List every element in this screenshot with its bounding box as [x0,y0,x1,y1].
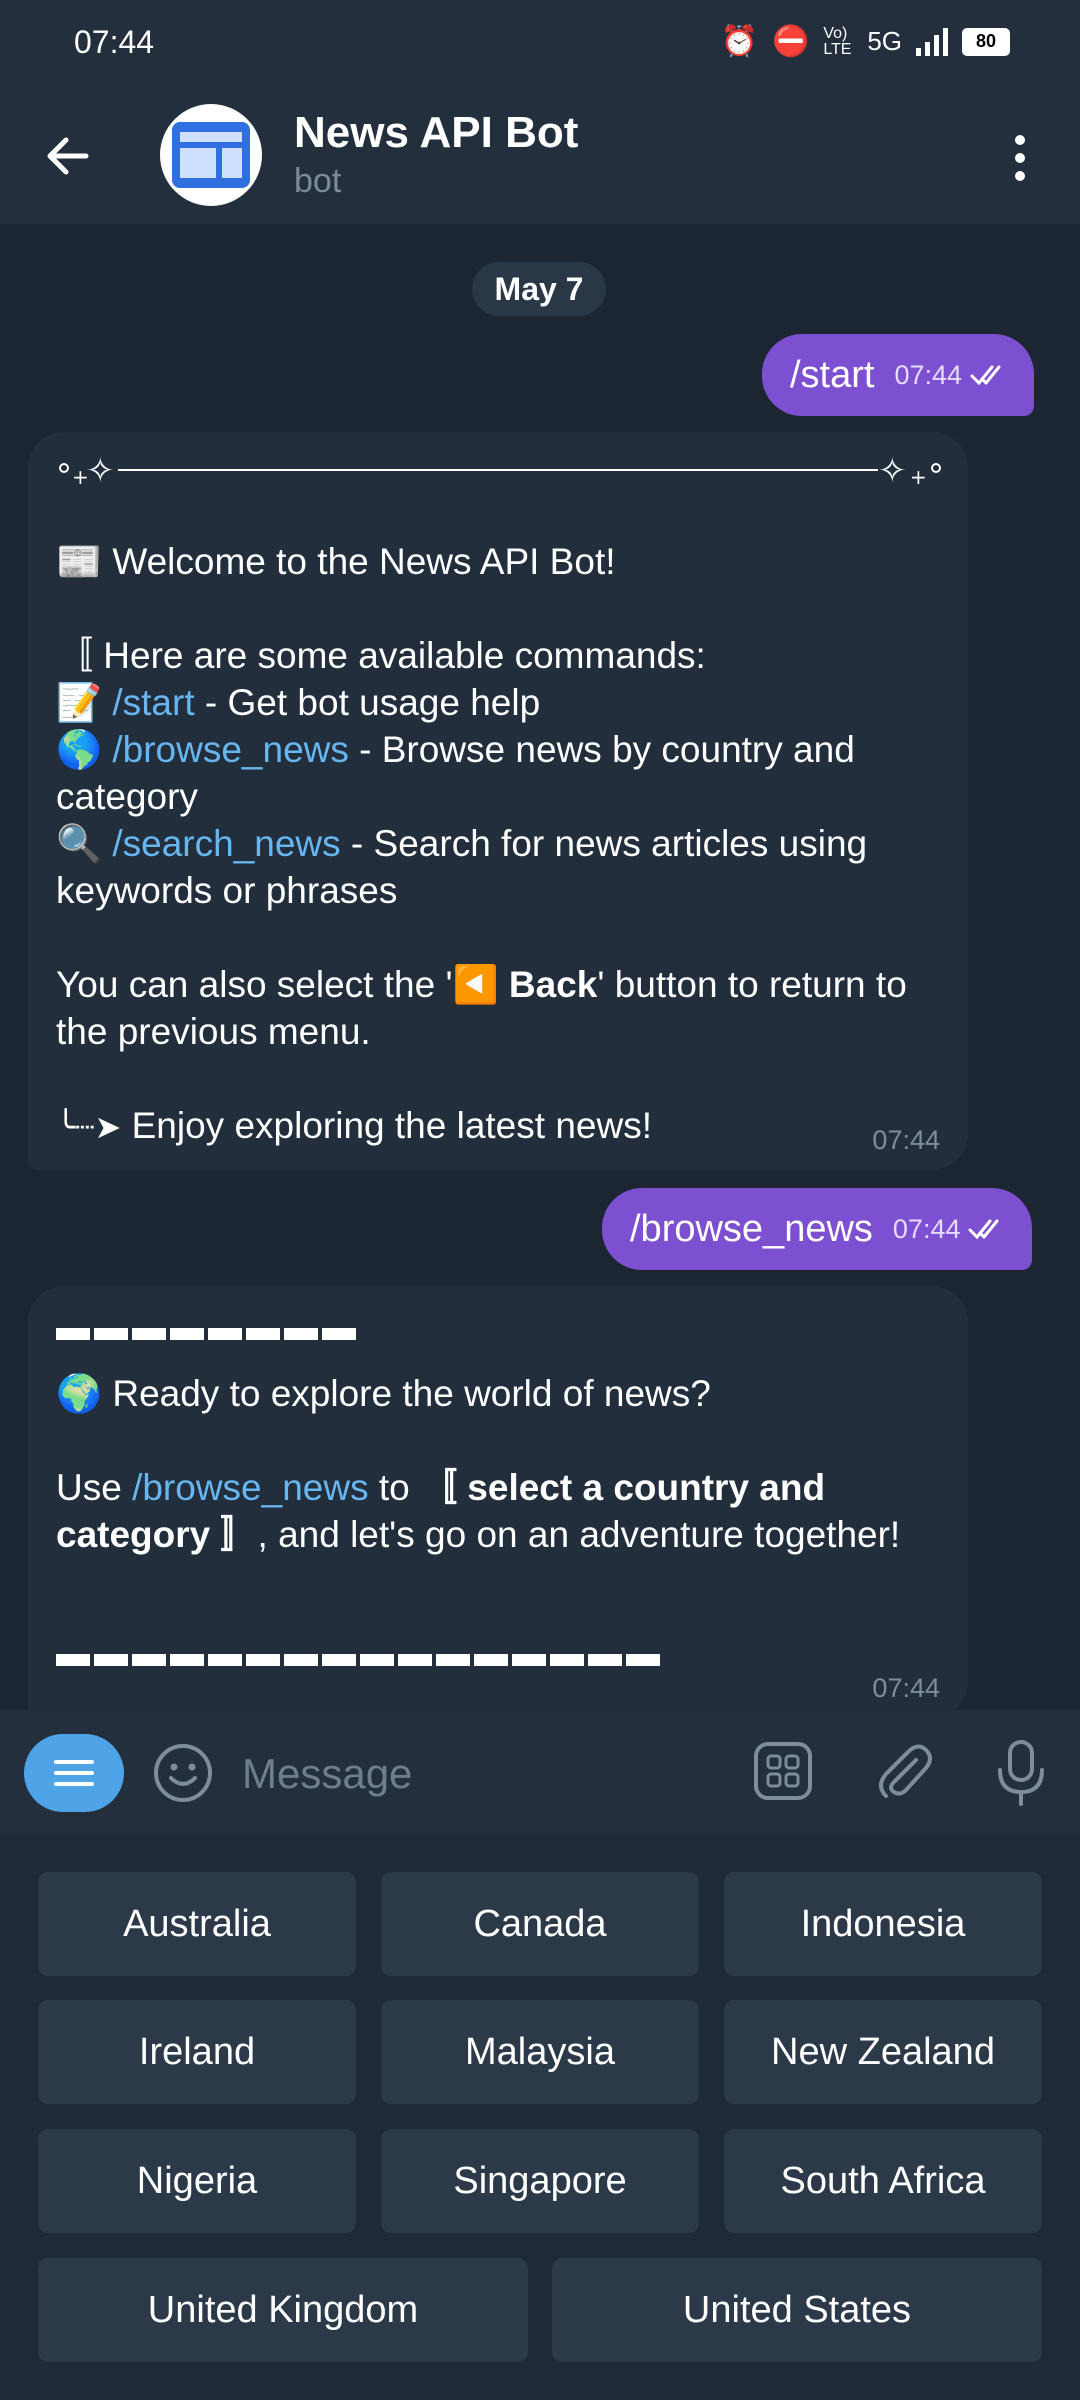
keyboard-button-new-zealand[interactable]: New Zealand [724,2000,1042,2104]
enjoy-text: Enjoy exploring the latest news! [131,1105,652,1146]
browse-news-command-link[interactable]: /browse_news [132,1467,369,1508]
keyboard-button-united-kingdom[interactable]: United Kingdom [38,2258,528,2362]
keyboard-button-australia[interactable]: Australia [38,1872,356,1976]
status-icons: ⏰ ⛔ Vo) LTE 5G 80 [721,24,1010,59]
svg-text:✧: ✧ [86,451,115,491]
dash-divider-top [56,1328,356,1340]
emoji-icon[interactable] [152,1742,214,1804]
keyboard-button-malaysia[interactable]: Malaysia [381,2000,699,2104]
keyboard-button-united-states[interactable]: United States [552,2258,1042,2362]
network-label: 5G [867,26,902,56]
chat-title: News API Bot [294,108,579,157]
arrow-icon: ╰┈➤ [56,1108,122,1146]
menu-icon [54,1760,94,1786]
usage-text: to [368,1467,421,1508]
svg-text:✧: ✧ [878,451,907,491]
ready-line: 🌍 Ready to explore the world of news? [56,1373,711,1414]
outgoing-message[interactable]: /start 07:44 [762,334,1035,416]
usage-text: , and let's go on an adventure together! [257,1514,901,1555]
message-body: 🌍 Ready to explore the world of news? Us… [56,1370,956,1558]
read-ticks-icon [970,365,1001,386]
signal-icon [916,27,948,56]
microphone-icon[interactable] [990,1738,1052,1806]
commands-intro: 〚 Here are some available commands: [56,635,706,676]
message-time: 07:44 [892,1213,961,1244]
attach-icon[interactable] [872,1738,934,1804]
chat-subtitle: bot [294,162,342,200]
keyboard-button-nigeria[interactable]: Nigeria [38,2129,356,2233]
message-time: 07:44 [872,1673,940,1703]
message-text: /browse_news [630,1207,873,1250]
back-arrow-icon[interactable] [36,124,100,188]
reply-keyboard: Australia Canada Indonesia Ireland Malay… [0,1834,1080,2400]
search-news-command-link[interactable]: /search_news [112,823,340,864]
message-text: /start [790,353,875,396]
back-icon: ◀️ [452,964,499,1005]
battery-icon: 80 [962,27,1010,56]
memo-icon: 📝 [56,682,103,723]
more-options-icon[interactable] [1000,132,1040,184]
alarm-icon: ⏰ [720,25,758,58]
incoming-message[interactable]: + ✧ ✧ + 📰 Welcome to the News API Bot! 〚… [28,432,968,1170]
start-command-link[interactable]: /start [112,682,194,723]
message-body: 📰 Welcome to the News API Bot! 〚 Here ar… [56,538,946,1151]
message-input[interactable] [240,1738,714,1810]
welcome-line: 📰 Welcome to the News API Bot! [56,541,616,582]
usage-line: Use /browse_news to 〚 select a country a… [56,1464,956,1558]
enjoy-line: ╰┈➤ Enjoy exploring the latest news! [56,1102,946,1151]
chat-header: News API Bot bot [0,88,1080,224]
read-ticks-icon [968,1219,999,1240]
keyboard-button-canada[interactable]: Canada [381,1872,699,1976]
back-hint-text: You can also select the ' [56,964,453,1005]
volte-label: Vo) LTE [823,24,852,58]
back-label: Back [498,964,598,1005]
keyboard-button-south-africa[interactable]: South Africa [724,2129,1042,2233]
globe-icon: 🌎 [56,729,103,770]
dash-divider-bottom [56,1654,660,1666]
keyboard-button-ireland[interactable]: Ireland [38,2000,356,2104]
incoming-message[interactable]: 🌍 Ready to explore the world of news? Us… [28,1286,968,1710]
back-hint: You can also select the '◀️ Back' button… [56,961,946,1055]
command-description: - Get bot usage help [194,682,541,723]
date-separator: May 7 [472,262,606,316]
bot-avatar[interactable] [160,104,262,206]
status-bar: 07:44 ⏰ ⛔ Vo) LTE 5G 80 [0,0,1080,88]
message-time: 07:44 [872,1125,940,1155]
magnifier-icon: 🔍 [56,823,103,864]
bot-commands-icon[interactable] [752,1740,814,1802]
message-time: 07:44 [894,359,963,390]
command-browse: 🌎 /browse_news - Browse news by country … [56,726,946,820]
keyboard-button-indonesia[interactable]: Indonesia [724,1872,1042,1976]
usage-text: Use [56,1467,133,1508]
svg-text:+: + [910,465,927,489]
sparkle-divider: + ✧ ✧ + [59,451,941,491]
browse-news-command-link[interactable]: /browse_news [112,729,349,770]
status-time: 07:44 [74,24,155,60]
chat-area[interactable]: May 7 /start 07:44 + ✧ ✧ + 📰 Welcome to … [0,224,1080,1710]
outgoing-message[interactable]: /browse_news 07:44 [602,1188,1033,1270]
newspaper-icon [172,122,250,188]
command-search: 🔍 /search_news - Search for news article… [56,820,946,914]
message-input-bar [0,1710,1080,1834]
keyboard-button-singapore[interactable]: Singapore [381,2129,699,2233]
bot-menu-button[interactable] [24,1734,124,1812]
command-start: 📝 /start - Get bot usage help [56,679,946,726]
dnd-icon: ⛔ [771,25,810,58]
